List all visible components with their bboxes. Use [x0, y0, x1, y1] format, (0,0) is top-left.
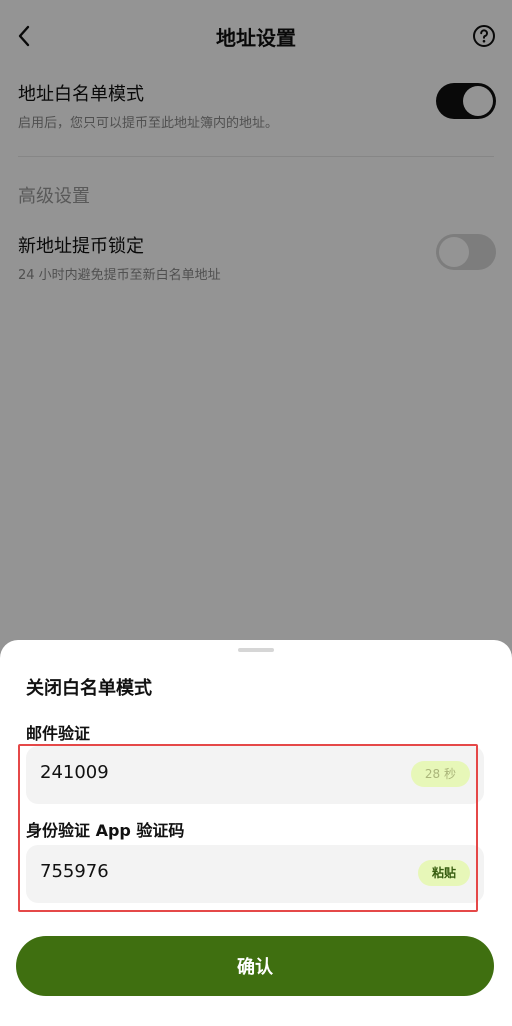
- highlight-box: [18, 744, 478, 912]
- sheet-grabber[interactable]: [238, 648, 274, 652]
- disable-whitelist-sheet: 关闭白名单模式 邮件验证 241009 28 秒 身份验证 App 验证码 75…: [0, 640, 512, 1026]
- sheet-title: 关闭白名单模式: [26, 678, 152, 699]
- confirm-button[interactable]: 确认: [16, 936, 494, 996]
- email-verification-label: 邮件验证: [26, 724, 91, 743]
